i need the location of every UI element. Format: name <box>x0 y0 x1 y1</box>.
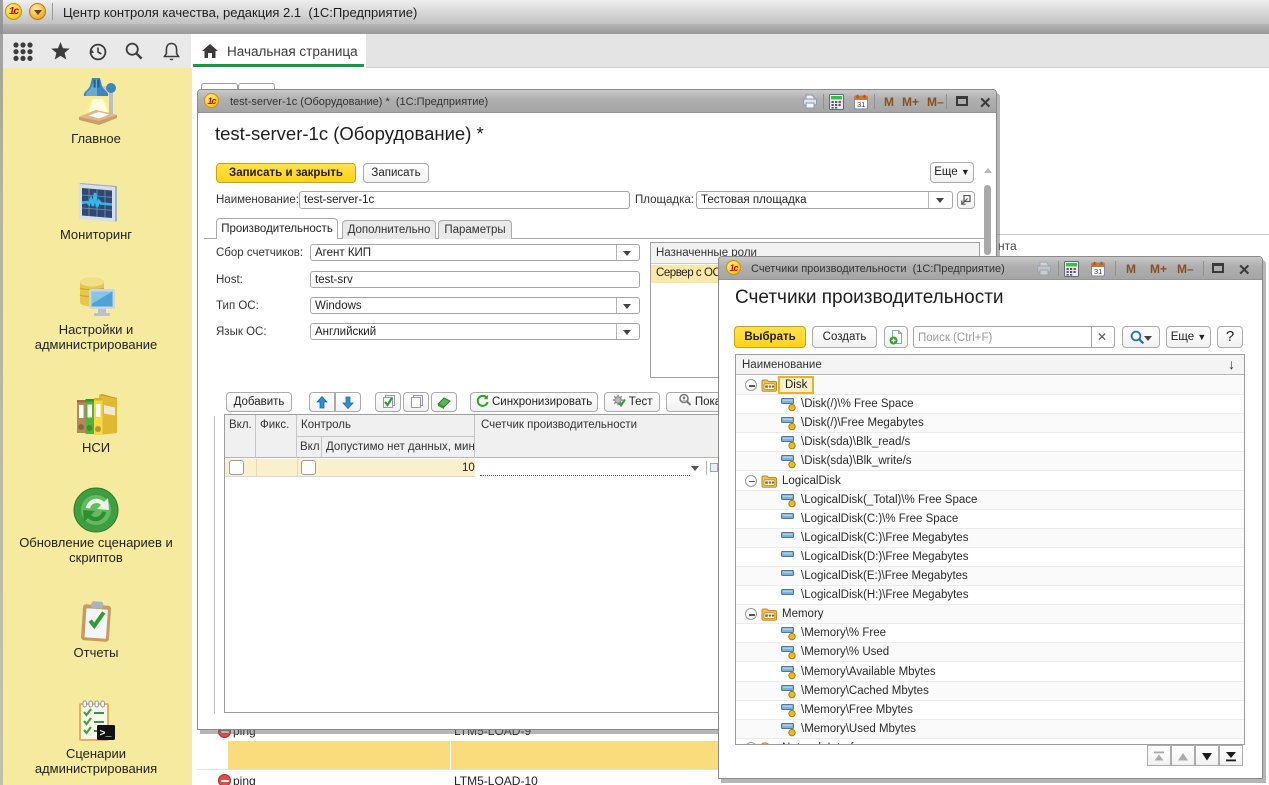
svg-text:31: 31 <box>857 100 865 109</box>
svg-text:31: 31 <box>1094 267 1102 276</box>
svg-text:>_: >_ <box>100 729 113 740</box>
